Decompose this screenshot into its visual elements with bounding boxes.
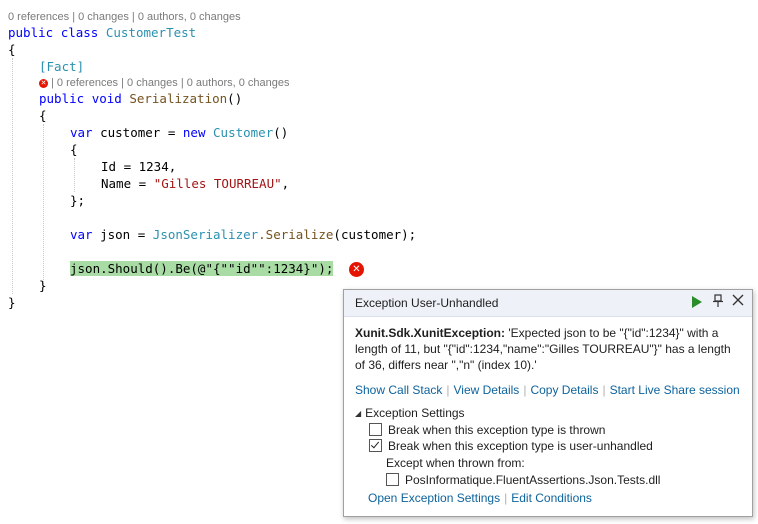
name-assignment: Name = "Gilles TOURREAU", [101,176,290,191]
class-codelens[interactable]: 0 references | 0 changes | 0 authors, 0 … [8,11,241,23]
popup-title: Exception User-Unhandled [355,296,499,310]
edit-conditions-link[interactable]: Edit Conditions [511,491,592,505]
method-codelens[interactable]: ✕ | 0 references | 0 changes | 0 authors,… [39,77,290,89]
exception-settings-header[interactable]: ◢ Exception Settings [355,406,465,420]
break-user-unhandled-checkbox[interactable] [369,439,382,452]
id-assignment: Id = 1234, [101,159,177,174]
class-declaration: public class CustomerTest [8,25,197,40]
test-failed-icon: ✕ [39,79,48,88]
collapse-triangle-icon: ◢ [355,409,362,418]
except-when-label: Except when thrown from: [386,456,525,470]
bottom-links: Open Exception Settings | Edit Conditions [368,491,592,505]
exception-type: Xunit.Sdk.XunitException: [355,326,506,340]
indent-guide [43,124,44,286]
customer-declaration: var customer = new Customer() [70,125,289,140]
indent-guide [74,158,75,192]
pin-icon[interactable] [710,294,726,310]
action-links: Show Call Stack | View Details | Copy Detail… [355,383,740,397]
play-icon[interactable] [689,294,705,310]
method-brace-open: { [39,108,47,123]
assertion-line: json.Should().Be(@"{""id"":1234}"); [70,260,334,277]
class-brace-open: { [8,42,16,57]
current-statement-highlight: json.Should().Be(@"{""id"":1234}"); [70,261,334,276]
error-icon[interactable]: ✕ [349,262,364,277]
break-thrown-checkbox[interactable] [369,423,382,436]
class-brace-close: } [8,295,16,310]
initializer-close: }; [70,193,86,208]
exception-message: Xunit.Sdk.XunitException: 'Expected json… [355,326,731,372]
except-module-option[interactable]: PosInformatique.FluentAssertions.Json.Te… [386,473,660,487]
break-thrown-option[interactable]: Break when this exception type is thrown [369,423,605,437]
except-module-checkbox[interactable] [386,473,399,486]
method-declaration: public void Serialization() [39,91,243,106]
copy-details-link[interactable]: Copy Details [530,383,598,397]
view-details-link[interactable]: View Details [454,383,520,397]
method-brace-close: } [39,278,47,293]
json-serialize-line: var json = JsonSerializer.Serialize(cust… [70,227,417,242]
break-user-unhandled-option[interactable]: Break when this exception type is user-u… [369,439,653,453]
exception-helper-popup: Exception User-Unhandled Xunit.Sdk.Xunit… [343,289,753,517]
popup-header: Exception User-Unhandled [344,290,752,317]
live-share-link[interactable]: Start Live Share session [610,383,740,397]
fact-attribute: [Fact] [39,59,85,74]
open-exception-settings-link[interactable]: Open Exception Settings [368,491,500,505]
indent-guide [12,58,13,294]
initializer-brace-open: { [70,142,78,157]
show-call-stack-link[interactable]: Show Call Stack [355,383,442,397]
close-icon[interactable] [730,294,746,310]
